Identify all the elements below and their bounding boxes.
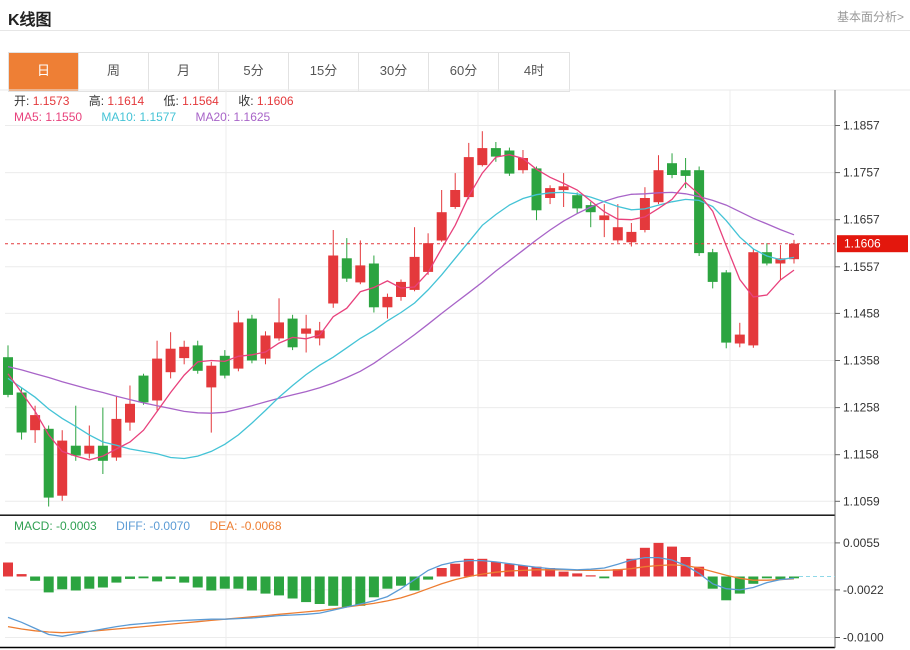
candles xyxy=(3,131,799,506)
tab-15分[interactable]: 15分 xyxy=(289,53,359,91)
current-price-badge: 1.1606 xyxy=(837,235,908,252)
svg-text:1.1358: 1.1358 xyxy=(843,354,880,368)
svg-text:1.1606: 1.1606 xyxy=(844,237,881,251)
price-axis-labels: 1.1857 1.1757 1.1657 1.1557 1.1458 1.1358 1.12… xyxy=(835,119,880,509)
kline-chart-canvas[interactable]: 1.1606 1.1857 1.1757 1.1657 1.1557 1.1458 1.13… xyxy=(0,88,910,650)
period-tab-bar: 日周月5分15分30分60分4时 xyxy=(8,52,570,92)
svg-text:0.0055: 0.0055 xyxy=(843,536,880,550)
title-divider xyxy=(0,30,910,31)
tab-5分[interactable]: 5分 xyxy=(219,53,289,91)
svg-text:-0.0022: -0.0022 xyxy=(843,583,884,597)
tab-周[interactable]: 周 xyxy=(79,53,149,91)
tab-60分[interactable]: 60分 xyxy=(429,53,499,91)
svg-text:1.1458: 1.1458 xyxy=(843,306,880,320)
svg-text:1.1757: 1.1757 xyxy=(843,166,880,180)
tab-4时[interactable]: 4时 xyxy=(499,53,569,91)
svg-text:1.1857: 1.1857 xyxy=(843,119,880,133)
tab-30分[interactable]: 30分 xyxy=(359,53,429,91)
ma20-line xyxy=(8,192,794,413)
svg-text:1.1258: 1.1258 xyxy=(843,401,880,415)
svg-text:1.1557: 1.1557 xyxy=(843,260,880,274)
page-title: K线图 xyxy=(8,6,52,30)
macd-axis-labels: 0.0055 -0.0022 -0.0100 xyxy=(835,536,884,645)
svg-text:1.1059: 1.1059 xyxy=(843,494,880,508)
tab-日[interactable]: 日 xyxy=(9,53,79,91)
tab-月[interactable]: 月 xyxy=(149,53,219,91)
fundamental-analysis-link[interactable]: 基本面分析> xyxy=(837,8,904,25)
svg-text:1.1158: 1.1158 xyxy=(843,448,879,462)
svg-text:1.1657: 1.1657 xyxy=(843,213,880,227)
svg-text:-0.0100: -0.0100 xyxy=(843,631,884,645)
